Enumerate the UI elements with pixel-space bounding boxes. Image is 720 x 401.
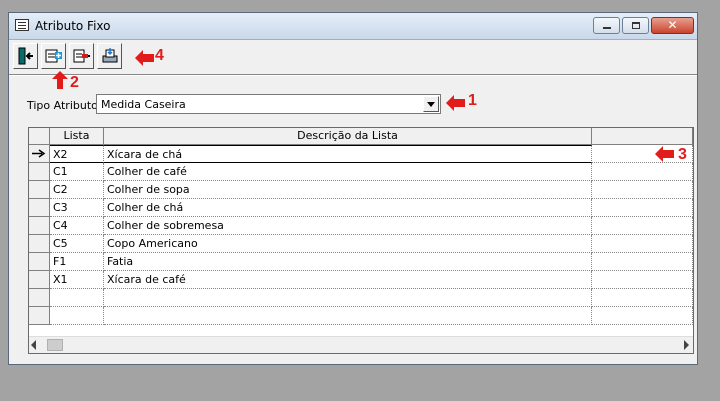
cell-desc[interactable]: Fatia — [104, 253, 592, 271]
printer-icon — [102, 48, 118, 63]
column-header-lista[interactable]: Lista — [50, 128, 104, 145]
scroll-right-arrow-icon[interactable] — [684, 340, 689, 350]
cell-desc[interactable]: Colher de café — [104, 163, 592, 181]
cell-desc[interactable]: Xícara de café — [104, 271, 592, 289]
cell-extra[interactable] — [592, 271, 693, 289]
close-icon: ✕ — [667, 18, 678, 32]
scroll-left-arrow-icon[interactable] — [31, 340, 36, 350]
annotation-arrow-left-icon — [655, 146, 674, 162]
exit-button[interactable] — [13, 43, 38, 69]
horizontal-scrollbar[interactable] — [29, 336, 693, 353]
row-indicator — [29, 145, 50, 163]
cell-code[interactable] — [50, 307, 104, 325]
table-row-empty[interactable] — [29, 307, 693, 325]
cell-extra[interactable] — [592, 253, 693, 271]
grid-corner — [29, 128, 50, 145]
print-button[interactable] — [97, 43, 122, 69]
cell-desc[interactable] — [104, 307, 592, 325]
annotation-number-2: 2 — [70, 74, 79, 91]
maximize-icon — [632, 22, 640, 29]
current-row-arrow-icon — [32, 149, 46, 158]
row-indicator — [29, 235, 50, 253]
table-row[interactable]: X2 Xícara de chá — [29, 145, 693, 163]
atributo-fixo-window: Atributo Fixo ✕ Tipo Atributo Medida Cas… — [8, 12, 698, 365]
cell-code[interactable]: X2 — [50, 145, 104, 163]
cell-code[interactable]: C4 — [50, 217, 104, 235]
cell-extra[interactable] — [592, 217, 693, 235]
remove-minus-icon — [73, 49, 90, 63]
row-indicator — [29, 217, 50, 235]
row-indicator — [29, 307, 50, 325]
table-row[interactable]: C2 Colher de sopa — [29, 181, 693, 199]
cell-extra[interactable] — [592, 163, 693, 181]
cell-desc[interactable]: Colher de sopa — [104, 181, 592, 199]
cell-code[interactable]: C2 — [50, 181, 104, 199]
row-indicator — [29, 271, 50, 289]
add-plus-icon — [45, 49, 62, 63]
table-row[interactable]: C4 Colher de sobremesa — [29, 217, 693, 235]
row-indicator — [29, 253, 50, 271]
maximize-button[interactable] — [622, 17, 649, 34]
minimize-icon — [603, 27, 611, 29]
cell-desc[interactable]: Colher de chá — [104, 199, 592, 217]
row-indicator — [29, 199, 50, 217]
cell-extra[interactable] — [592, 199, 693, 217]
minimize-button[interactable] — [593, 17, 620, 34]
add-button[interactable] — [41, 43, 66, 69]
cell-code[interactable]: C3 — [50, 199, 104, 217]
cell-code[interactable]: X1 — [50, 271, 104, 289]
window-title: Atributo Fixo — [35, 19, 111, 33]
close-button[interactable]: ✕ — [651, 17, 694, 34]
tipo-atributo-label: Tipo Atributo — [27, 99, 98, 112]
annotation-number-1: 1 — [468, 92, 477, 109]
annotation-number-4: 4 — [155, 47, 164, 64]
title-bar[interactable]: Atributo Fixo ✕ — [9, 13, 697, 40]
remove-button[interactable] — [69, 43, 94, 69]
table-row-empty[interactable] — [29, 289, 693, 307]
lista-grid[interactable]: Lista Descrição da Lista X2 Xícara de ch… — [28, 127, 694, 354]
annotation-number-3: 3 — [678, 146, 687, 163]
cell-code[interactable]: F1 — [50, 253, 104, 271]
tipo-atributo-select[interactable]: Medida Caseira — [96, 94, 441, 114]
table-row[interactable]: X1 Xícara de café — [29, 271, 693, 289]
dropdown-arrow-icon[interactable] — [423, 96, 439, 112]
app-icon — [15, 19, 29, 31]
cell-code[interactable]: C5 — [50, 235, 104, 253]
exit-door-icon — [18, 47, 33, 65]
cell-extra[interactable] — [592, 307, 693, 325]
cell-extra[interactable] — [592, 181, 693, 199]
annotation-arrow-left-icon — [446, 95, 465, 111]
table-row[interactable]: C1 Colher de café — [29, 163, 693, 181]
annotation-arrow-left-icon — [135, 50, 154, 66]
cell-desc[interactable]: Copo Americano — [104, 235, 592, 253]
toolbar-separator — [9, 74, 697, 76]
column-header-descricao[interactable]: Descrição da Lista — [104, 128, 592, 145]
row-indicator — [29, 289, 50, 307]
table-row[interactable]: C5 Copo Americano — [29, 235, 693, 253]
cell-desc[interactable]: Colher de sobremesa — [104, 217, 592, 235]
row-indicator — [29, 181, 50, 199]
cell-extra[interactable] — [592, 289, 693, 307]
row-indicator — [29, 163, 50, 181]
column-header-extra[interactable] — [592, 128, 693, 145]
cell-code[interactable]: C1 — [50, 163, 104, 181]
annotation-arrow-up-icon — [52, 71, 68, 89]
cell-desc[interactable] — [104, 289, 592, 307]
tipo-atributo-value: Medida Caseira — [101, 98, 186, 111]
cell-extra[interactable] — [592, 235, 693, 253]
table-row[interactable]: F1 Fatia — [29, 253, 693, 271]
table-row[interactable]: C3 Colher de chá — [29, 199, 693, 217]
cell-desc[interactable]: Xícara de chá — [104, 145, 592, 163]
cell-code[interactable] — [50, 289, 104, 307]
scroll-thumb[interactable] — [47, 339, 63, 351]
